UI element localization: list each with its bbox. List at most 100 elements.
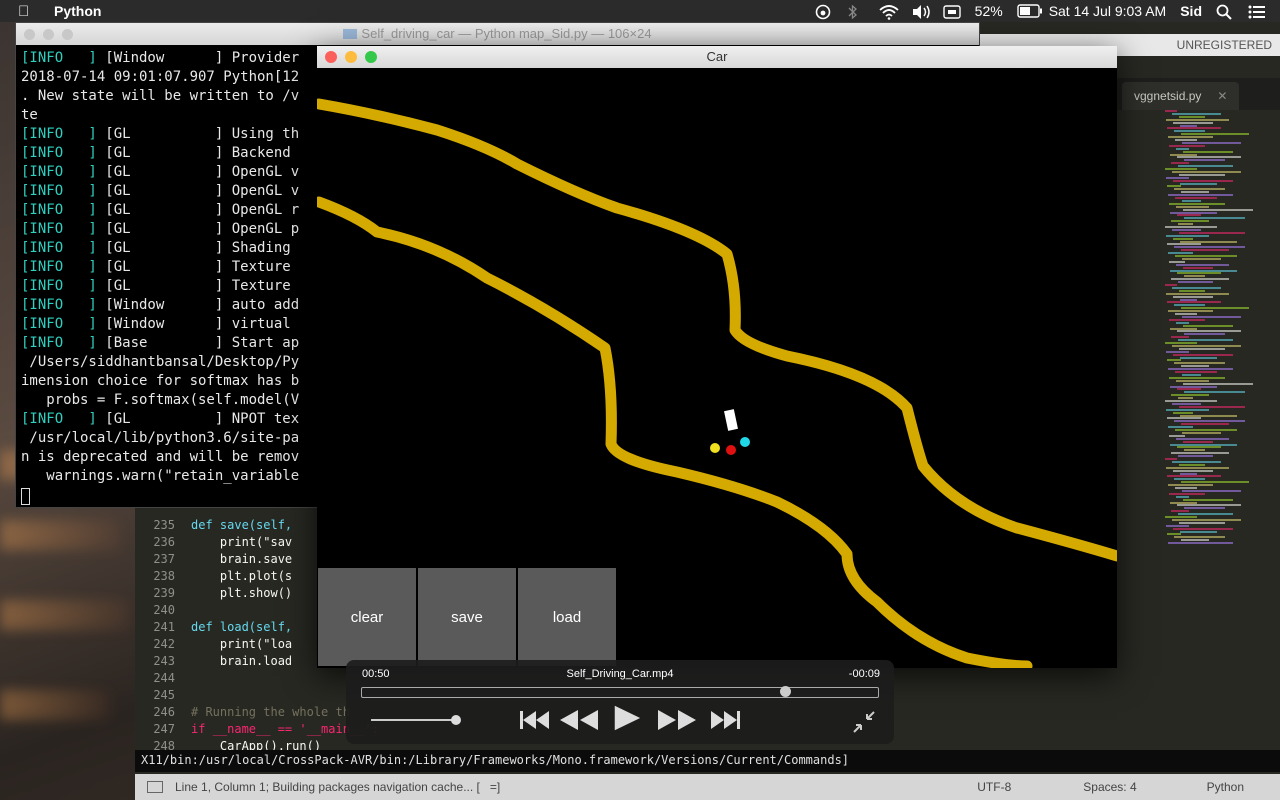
line-number: 240 <box>153 603 175 617</box>
play-icon[interactable] <box>610 704 644 732</box>
status-bar: Line 1, Column 1; Building packages navi… <box>135 774 1280 800</box>
sensor-center <box>726 445 736 455</box>
minimap-line <box>1166 524 1189 527</box>
scrubber-knob[interactable] <box>780 686 792 697</box>
minimap-line <box>1183 150 1233 153</box>
minimap-line <box>1177 388 1201 391</box>
status-encoding[interactable]: UTF-8 <box>977 780 1011 794</box>
minimap-line <box>1165 284 1177 286</box>
minimap-line <box>1172 286 1221 289</box>
rewind-icon[interactable] <box>558 706 600 734</box>
window-title: Car <box>706 49 728 64</box>
minimap-line <box>1173 179 1233 182</box>
line-number: 237 <box>153 552 175 566</box>
sensor-right <box>740 437 750 447</box>
notification-center-icon[interactable] <box>1248 4 1266 19</box>
code-line: plt.plot(s <box>191 569 293 583</box>
minimap-line <box>1165 168 1197 170</box>
minimap-line <box>1177 330 1241 333</box>
code-line: print("loa <box>191 637 293 651</box>
remaining-time: -00:09 <box>848 668 880 680</box>
spotlight-search-icon[interactable] <box>1216 4 1234 20</box>
road-boundary-upper <box>317 98 1117 562</box>
scrubber-bar[interactable] <box>361 686 879 698</box>
log-text: [Window ] virtual <box>96 316 291 332</box>
window-controls <box>24 29 73 40</box>
clear-button[interactable]: clear <box>318 568 416 666</box>
clock[interactable]: Sat 14 Jul 9:03 AM <box>1049 3 1167 19</box>
minimap-line <box>1182 373 1201 376</box>
line-number: 242 <box>153 637 175 651</box>
minimap-line <box>1170 153 1197 156</box>
headphones-icon[interactable] <box>815 4 833 20</box>
code-line: def load(self, <box>191 620 293 634</box>
minimap-line <box>1166 118 1229 121</box>
user-menu[interactable]: Sid <box>1180 3 1202 19</box>
car-titlebar[interactable]: Car <box>317 46 1117 68</box>
minimap-line <box>1181 481 1249 484</box>
minimap-line <box>1180 414 1237 417</box>
line-number: 245 <box>153 688 175 702</box>
skip-forward-icon[interactable] <box>708 706 742 734</box>
log-text: [Window ] Provider <box>96 50 300 66</box>
volume-knob[interactable] <box>451 715 461 725</box>
minimap-line <box>1168 542 1233 545</box>
battery-icon[interactable] <box>1016 4 1042 18</box>
minimap-line <box>1180 356 1217 359</box>
minimap[interactable] <box>1165 110 1275 550</box>
minimap-line <box>1183 324 1233 327</box>
wifi-icon[interactable] <box>879 4 899 20</box>
minimize-window-button[interactable] <box>345 51 357 63</box>
terminal-line: imension choice for softmax has b <box>21 372 331 391</box>
minimap-line <box>1168 136 1213 139</box>
minimap-line <box>1177 272 1221 275</box>
minimize-window-button[interactable] <box>43 29 54 40</box>
zoom-window-button[interactable] <box>365 51 377 63</box>
volume-icon[interactable] <box>911 4 930 19</box>
terminal-line: [INFO ] [GL ] Using th <box>21 125 331 144</box>
status-indentation[interactable]: Spaces: 4 <box>1083 780 1136 794</box>
save-button[interactable]: save <box>418 568 516 666</box>
apple-menu-icon[interactable]:  <box>18 3 36 20</box>
tab-vggnetsid[interactable]: vggnetsid.py ✕ <box>1122 82 1240 110</box>
skip-back-icon[interactable] <box>518 706 552 734</box>
minimap-line <box>1181 365 1209 368</box>
exit-fullscreen-icon[interactable] <box>852 708 876 736</box>
status-progress: =] <box>489 780 501 794</box>
video-player-controls: 00:50 Self_Driving_Car.mp4 -00:09 <box>346 660 894 744</box>
minimap-line <box>1173 469 1213 472</box>
log-text: . New state will be written to /v <box>21 88 300 104</box>
status-syntax[interactable]: Python <box>1207 780 1244 794</box>
panel-toggle-icon[interactable] <box>147 781 163 793</box>
minimap-line <box>1182 257 1221 260</box>
app-menu[interactable]: Python <box>54 3 101 19</box>
terminal-output[interactable]: [INFO ] [Window ] Provider 2018-07-14 09:… <box>21 49 331 505</box>
terminal-line: [INFO ] [Window ] virtual <box>21 315 331 334</box>
terminal-line: te <box>21 106 331 125</box>
minimap-line <box>1167 127 1221 130</box>
minimap-line <box>1173 295 1213 298</box>
log-text: [GL ] OpenGL v <box>96 164 300 180</box>
minimap-line <box>1173 237 1193 240</box>
close-window-button[interactable] <box>325 51 337 63</box>
log-text: n is deprecated and will be remov <box>21 449 300 465</box>
load-button[interactable]: load <box>518 568 616 666</box>
volume-slider[interactable] <box>371 715 461 725</box>
line-number: 238 <box>153 569 175 583</box>
minimap-line <box>1181 249 1229 252</box>
close-window-button[interactable] <box>24 29 35 40</box>
zoom-window-button[interactable] <box>62 29 73 40</box>
minimap-line <box>1170 385 1217 388</box>
input-menu-icon[interactable] <box>942 4 961 19</box>
minimap-line <box>1182 489 1241 492</box>
minimap-line <box>1174 304 1205 307</box>
bluetooth-icon[interactable] <box>847 4 865 20</box>
minimap-line <box>1173 121 1213 124</box>
terminal-titlebar[interactable]: Self_driving_car — Python map_Sid.py — 1… <box>16 23 979 45</box>
close-tab-icon[interactable]: ✕ <box>1217 89 1227 103</box>
minimap-line <box>1170 327 1197 330</box>
fast-forward-icon[interactable] <box>656 706 698 734</box>
minimap-line <box>1171 452 1229 455</box>
minimap-line <box>1184 159 1225 162</box>
minimap-line <box>1168 368 1233 371</box>
